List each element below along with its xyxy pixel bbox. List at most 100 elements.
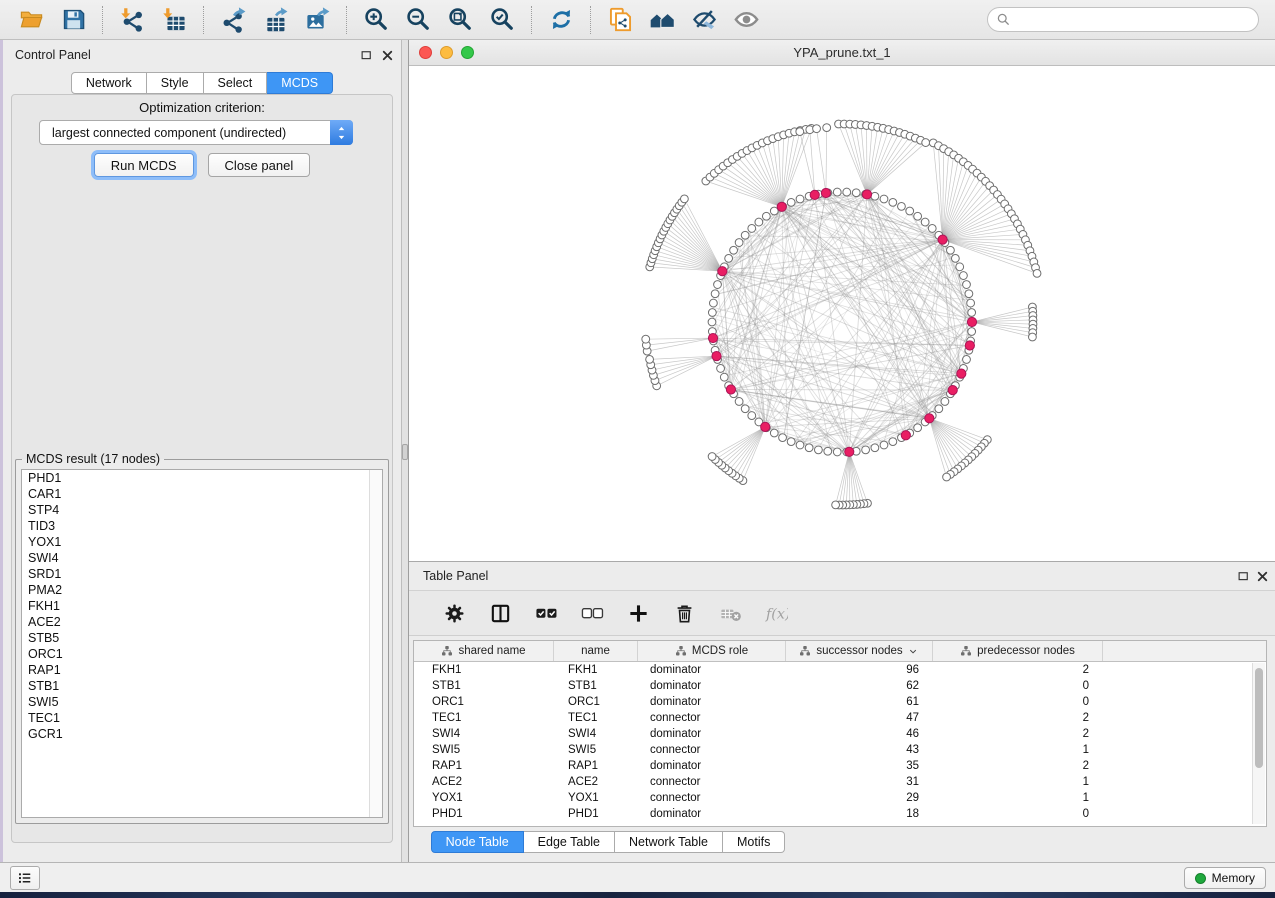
- close-panel-icon[interactable]: [379, 47, 396, 64]
- cell-name: SWI5: [554, 742, 638, 758]
- function-builder-button: f(x): [761, 598, 791, 628]
- mcds-result-item[interactable]: STB1: [22, 678, 382, 694]
- table-row[interactable]: SWI4SWI4dominator462: [414, 726, 1266, 742]
- zoom-fit-button[interactable]: [445, 5, 475, 35]
- mcds-result-item[interactable]: TEC1: [22, 710, 382, 726]
- open-folder-button[interactable]: [16, 5, 46, 35]
- cell-name: RAP1: [554, 758, 638, 774]
- mcds-result-item[interactable]: SRD1: [22, 566, 382, 582]
- zoom-selected-button[interactable]: [487, 5, 517, 35]
- refresh-button[interactable]: [546, 5, 576, 35]
- delete-column-button[interactable]: [669, 598, 699, 628]
- export-table-button[interactable]: [260, 5, 290, 35]
- table-scrollbar-thumb[interactable]: [1255, 668, 1263, 768]
- column-header-shared-name[interactable]: shared name: [414, 641, 554, 661]
- table-settings-gear-button[interactable]: [439, 598, 469, 628]
- table-scrollbar[interactable]: [1252, 663, 1265, 824]
- close-panel-button[interactable]: Close panel: [208, 153, 311, 177]
- mcds-result-item[interactable]: CAR1: [22, 486, 382, 502]
- search-input[interactable]: [1016, 13, 1250, 27]
- mcds-result-item[interactable]: ACE2: [22, 614, 382, 630]
- mcds-result-item[interactable]: ORC1: [22, 646, 382, 662]
- table-row[interactable]: RAP1RAP1dominator352: [414, 758, 1266, 774]
- column-header-mcds-role[interactable]: MCDS role: [638, 641, 786, 661]
- column-header-successor-nodes[interactable]: successor nodes: [786, 641, 933, 661]
- import-network-button[interactable]: [117, 5, 147, 35]
- mcds-result-item[interactable]: STP4: [22, 502, 382, 518]
- table-row[interactable]: TEC1TEC1connector472: [414, 710, 1266, 726]
- network-window-titlebar[interactable]: YPA_prune.txt_1: [409, 40, 1275, 66]
- import-table-button[interactable]: [159, 5, 189, 35]
- panel-splitter[interactable]: [401, 40, 409, 862]
- column-layout-button[interactable]: [485, 598, 515, 628]
- cell-mcds-role: connector: [638, 710, 786, 726]
- zoom-out-button[interactable]: [403, 5, 433, 35]
- table-tabs: Node TableEdge TableNetwork TableMotifs: [409, 831, 807, 853]
- run-mcds-button[interactable]: Run MCDS: [94, 153, 194, 177]
- tab-network-table[interactable]: Network Table: [615, 831, 723, 853]
- table-row[interactable]: STB1STB1dominator620: [414, 678, 1266, 694]
- deselect-all-icon: [581, 602, 604, 625]
- save-icon: [60, 6, 87, 33]
- column-label: successor nodes: [816, 645, 902, 657]
- add-column-button[interactable]: [623, 598, 653, 628]
- cell-predecessor-nodes: 2: [933, 662, 1103, 678]
- mcds-result-item[interactable]: YOX1: [22, 534, 382, 550]
- mcds-result-legend: MCDS result (17 nodes): [22, 452, 164, 466]
- cell-predecessor-nodes: 1: [933, 742, 1103, 758]
- zoom-in-button[interactable]: [361, 5, 391, 35]
- mcds-result-item[interactable]: RAP1: [22, 662, 382, 678]
- column-header-predecessor-nodes[interactable]: predecessor nodes: [933, 641, 1103, 661]
- hide-graphics-button[interactable]: [689, 5, 719, 35]
- close-table-panel-icon[interactable]: [1254, 568, 1271, 585]
- tab-mcds[interactable]: MCDS: [267, 72, 333, 94]
- float-table-panel-icon[interactable]: [1235, 568, 1252, 585]
- table-row[interactable]: PHD1PHD1dominator180: [414, 806, 1266, 822]
- tab-network[interactable]: Network: [71, 72, 147, 94]
- mcds-result-item[interactable]: STB5: [22, 630, 382, 646]
- mcds-result-item[interactable]: PHD1: [22, 470, 382, 486]
- save-button[interactable]: [58, 5, 88, 35]
- mcds-result-list[interactable]: PHD1CAR1STP4TID3YOX1SWI4SRD1PMA2FKH1ACE2…: [21, 469, 383, 818]
- tab-edge-table[interactable]: Edge Table: [524, 831, 615, 853]
- tab-node-table[interactable]: Node Table: [431, 831, 524, 853]
- cell-name: FKH1: [554, 662, 638, 678]
- search-box[interactable]: [987, 7, 1259, 32]
- table-row[interactable]: FKH1FKH1dominator962: [414, 662, 1266, 678]
- tab-select[interactable]: Select: [204, 72, 268, 94]
- mcds-result-item[interactable]: SWI4: [22, 550, 382, 566]
- tab-motifs[interactable]: Motifs: [723, 831, 785, 853]
- export-image-button[interactable]: [302, 5, 332, 35]
- deselect-all-button[interactable]: [577, 598, 607, 628]
- zoom-out-icon: [405, 6, 432, 33]
- table-row[interactable]: SWI5SWI5connector431: [414, 742, 1266, 758]
- criterion-dropdown[interactable]: largest connected component (undirected): [39, 120, 353, 145]
- show-graphics-button[interactable]: [731, 5, 761, 35]
- table-panel-title: Table Panel: [423, 569, 488, 583]
- mcds-result-item[interactable]: GCR1: [22, 726, 382, 742]
- table-row[interactable]: ACE2ACE2connector311: [414, 774, 1266, 790]
- first-neighbors-button[interactable]: [647, 5, 677, 35]
- export-network-button[interactable]: [218, 5, 248, 35]
- tab-style[interactable]: Style: [147, 72, 204, 94]
- mcds-result-item[interactable]: SWI5: [22, 694, 382, 710]
- splitter-handle[interactable]: [402, 444, 408, 460]
- mcds-result-item[interactable]: TID3: [22, 518, 382, 534]
- add-column-icon: [627, 602, 650, 625]
- list-scrollbar[interactable]: [369, 470, 382, 817]
- node-table[interactable]: shared namenameMCDS role successor nodes p…: [413, 640, 1267, 827]
- cell-shared-name: PHD1: [414, 806, 554, 822]
- clone-network-button[interactable]: [605, 5, 635, 35]
- memory-button[interactable]: Memory: [1184, 867, 1266, 889]
- network-canvas[interactable]: [409, 66, 1275, 562]
- mcds-result-item[interactable]: PMA2: [22, 582, 382, 598]
- mcds-result-item[interactable]: FKH1: [22, 598, 382, 614]
- cell-name: YOX1: [554, 790, 638, 806]
- task-history-button[interactable]: [10, 866, 40, 890]
- table-row[interactable]: YOX1YOX1connector291: [414, 790, 1266, 806]
- column-header-name[interactable]: name: [554, 641, 638, 661]
- select-all-button[interactable]: [531, 598, 561, 628]
- float-panel-icon[interactable]: [358, 47, 375, 64]
- table-row[interactable]: ORC1ORC1dominator610: [414, 694, 1266, 710]
- export-network-icon: [220, 6, 247, 33]
